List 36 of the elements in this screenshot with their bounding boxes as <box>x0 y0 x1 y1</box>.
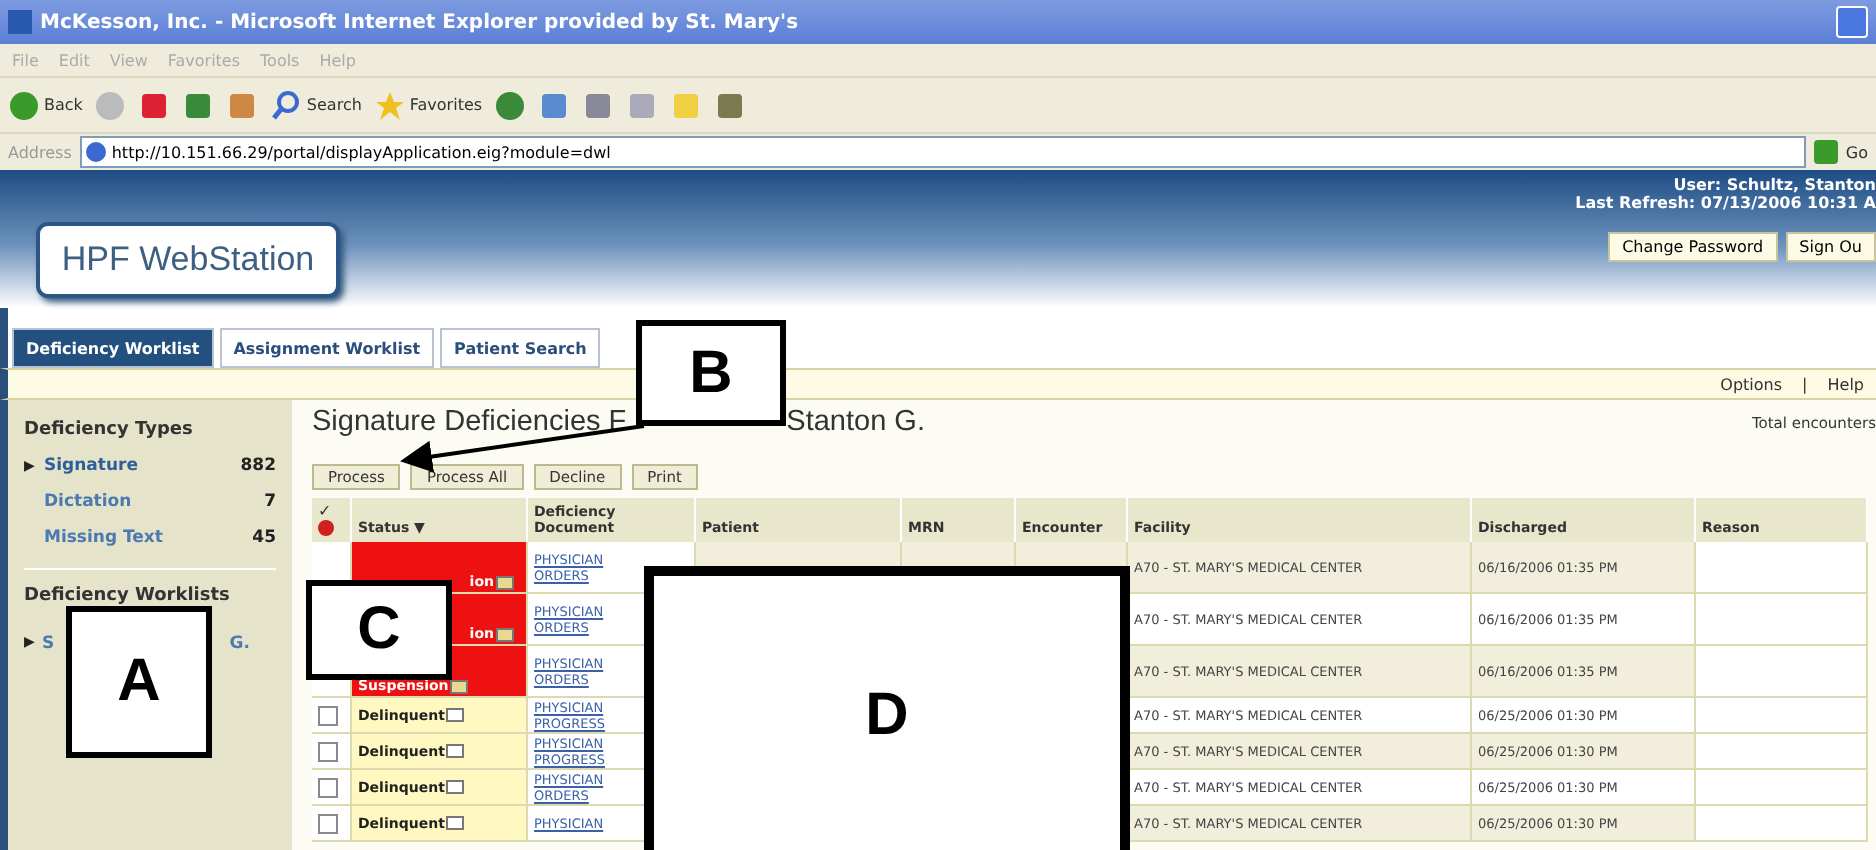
callout-label: A <box>66 606 212 758</box>
item-count: 45 <box>252 528 276 548</box>
toolbar-button[interactable]: Favorites <box>373 89 483 121</box>
worklist-item[interactable]: S <box>42 634 55 654</box>
logo: HPF WebStation <box>36 222 340 298</box>
user-name: User: Schultz, Stanton <box>1673 176 1876 194</box>
sidebar-item[interactable]: Missing Text 45 <box>24 520 276 556</box>
help-link[interactable]: Help <box>1827 375 1864 393</box>
page-title: Stanton G. <box>786 406 925 438</box>
window-title: McKesson, Inc. - Microsoft Internet Explorer provided by St. Mary's <box>40 11 799 33</box>
item-label: Missing Text <box>44 528 163 548</box>
item-label: Signature <box>44 456 138 476</box>
sidebar-item[interactable]: Dictation 7 <box>24 484 276 520</box>
callout-label: B <box>636 320 786 426</box>
item-count: 7 <box>264 492 276 512</box>
item-count: 882 <box>240 456 276 476</box>
sidebar-heading: Deficiency Types <box>24 420 195 440</box>
toolbar-button[interactable]: Search <box>270 89 362 121</box>
sidebar-heading: Deficiency Worklists <box>24 586 232 606</box>
options-link[interactable]: Options <box>1720 375 1783 393</box>
header-cell: ✓ <box>312 498 352 542</box>
callout-label: D <box>644 566 1130 850</box>
link-separator: | <box>1802 375 1808 393</box>
go-button[interactable]: Go <box>1845 143 1868 161</box>
header-button[interactable]: Change Password <box>1608 232 1778 262</box>
tab[interactable]: Deficiency Worklist <box>12 328 214 368</box>
toolbar-button[interactable]: Back <box>8 89 83 121</box>
header-button[interactable]: Sign Ou <box>1785 232 1876 262</box>
tab[interactable]: Patient Search <box>440 328 601 368</box>
item-label: Dictation <box>44 492 132 512</box>
address-field[interactable]: http://10.151.66.29/portal/displayApplication.eig?module=dwl <box>79 136 1806 168</box>
address-label: Address <box>8 143 72 161</box>
last-refresh: Last Refresh: 07/13/2006 10:31 A <box>1575 194 1876 212</box>
tab[interactable]: Assignment Worklist <box>219 328 435 368</box>
callout-label: C <box>306 580 452 680</box>
worklist-item[interactable]: G. <box>229 634 250 654</box>
